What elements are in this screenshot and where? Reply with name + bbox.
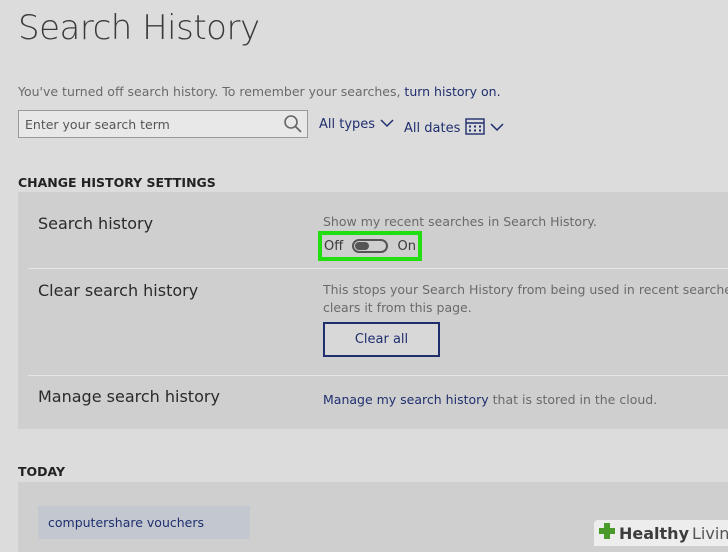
toggle-on-label: On: [397, 238, 416, 254]
manage-search-history-link[interactable]: Manage my search history: [323, 392, 489, 407]
toggle-knob: [355, 242, 370, 250]
watermark-logo: Healthy Living: [594, 520, 728, 546]
clear-history-description-line2: clears it from this page.: [323, 300, 472, 315]
clear-history-description-line1: This stops your Search History from bein…: [323, 282, 728, 297]
search-history-toggle[interactable]: [352, 239, 389, 253]
chevron-down-icon: [490, 121, 504, 136]
types-filter-dropdown[interactable]: All types: [319, 117, 394, 132]
watermark-text-living: Living: [692, 523, 728, 543]
history-item[interactable]: computershare vouchers: [38, 506, 250, 539]
settings-section-heading: CHANGE HISTORY SETTINGS: [18, 175, 216, 190]
watermark-text-healthy: Healthy: [619, 523, 689, 543]
manage-history-description: Manage my search history that is stored …: [323, 392, 657, 407]
search-box: [18, 110, 308, 138]
search-icon[interactable]: [283, 114, 303, 134]
row-divider: [28, 375, 728, 376]
chevron-down-icon: [380, 117, 394, 132]
plus-cross-icon: [598, 522, 616, 544]
search-history-description: Show my recent searches in Search Histor…: [323, 214, 597, 229]
search-history-toggle-group: Off On: [318, 231, 422, 261]
clear-search-history-label: Clear search history: [38, 281, 199, 300]
search-history-label: Search history: [38, 214, 154, 233]
row-divider: [28, 268, 728, 269]
calendar-icon: [465, 117, 486, 139]
toggle-off-label: Off: [324, 238, 344, 254]
manage-history-suffix: that is stored in the cloud.: [488, 392, 658, 407]
clear-all-button[interactable]: Clear all: [323, 322, 440, 357]
history-settings-panel: Search history Show my recent searches i…: [18, 192, 728, 429]
dates-filter-dropdown[interactable]: All dates: [404, 117, 504, 139]
page-title: Search History: [18, 8, 260, 48]
history-off-notice: You've turned off search history. To rem…: [18, 84, 501, 99]
notice-text: You've turned off search history. To rem…: [18, 84, 405, 99]
turn-history-on-link[interactable]: turn history on.: [404, 84, 500, 99]
dates-filter-label: All dates: [404, 120, 461, 136]
manage-search-history-label: Manage search history: [38, 387, 220, 406]
today-section-heading: TODAY: [18, 464, 66, 479]
search-input[interactable]: [19, 111, 291, 137]
types-filter-label: All types: [319, 117, 376, 132]
